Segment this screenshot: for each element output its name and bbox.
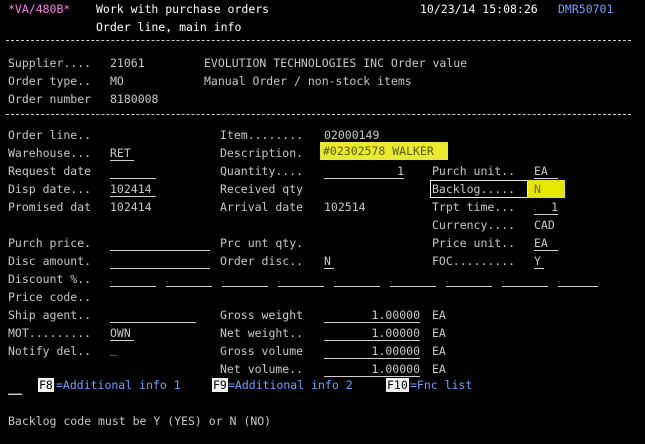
net-volume-label: Net volume.. — [220, 362, 304, 376]
supplier-name: EVOLUTION TECHNOLOGIES INC Order value — [204, 56, 468, 70]
discount-pct-field-3[interactable] — [222, 272, 268, 287]
mot-label: MOT......... — [8, 326, 92, 340]
ship-agent-label: Ship agent.. — [8, 308, 92, 322]
description-label: Description. — [220, 146, 304, 160]
datetime: 10/23/14 15:08:26 — [420, 2, 538, 16]
order-number-value: 8180008 — [110, 92, 159, 106]
net-weight-field[interactable]: 1.00000 — [324, 326, 420, 341]
f8-label[interactable]: =Additional info 1 — [56, 378, 181, 392]
purch-unit-field[interactable]: EA — [534, 164, 558, 179]
prc-unt-qty-label: Prc unt qty. — [220, 236, 304, 250]
received-qty-label: Received qty — [220, 182, 304, 196]
discount-pct-field-5[interactable] — [334, 272, 380, 287]
order-type-desc: Manual Order / non-stock items — [204, 74, 412, 88]
screen-subtitle: Order line, main info — [96, 20, 242, 34]
request-date-label: Request date — [8, 164, 92, 178]
notify-del-label: Notify del.. — [8, 344, 92, 358]
gross-volume-label: Gross volume — [220, 344, 304, 358]
supplier-value: 21061 — [110, 56, 145, 70]
supplier-label: Supplier.... — [8, 56, 99, 70]
request-date-field[interactable] — [110, 164, 156, 179]
discount-pct-field-6[interactable] — [390, 272, 436, 287]
price-code-label: Price code.. — [8, 290, 92, 304]
command-input[interactable]: __ — [8, 380, 22, 395]
f9-label[interactable]: =Additional info 2 — [228, 378, 353, 392]
purch-price-field[interactable] — [110, 236, 210, 251]
gross-weight-field[interactable]: 1.00000 — [324, 308, 420, 323]
discount-pct-field-2[interactable] — [166, 272, 212, 287]
warehouse-field[interactable]: RET — [110, 146, 134, 161]
arrival-date-value: 102514 — [324, 200, 366, 214]
screen-title: Work with purchase orders — [96, 2, 270, 16]
arrival-date-label: Arrival date — [220, 200, 304, 214]
order-number-label: Order number — [8, 92, 99, 106]
backlog-label: Backlog..... — [432, 182, 516, 196]
order-type-value: MO — [110, 74, 124, 88]
net-weight-label: Net weight.. — [220, 326, 304, 340]
divider-top — [6, 40, 631, 41]
f10-label[interactable]: =Fnc list — [410, 378, 472, 392]
item-label: Item........ — [220, 128, 304, 142]
order-line-label: Order line.. — [8, 128, 92, 142]
notify-del-field[interactable]: _ — [110, 342, 117, 356]
disc-amount-label: Disc amount. — [8, 254, 92, 268]
promised-date-label: Promised dat — [8, 200, 92, 214]
mot-field[interactable]: OWN — [110, 326, 134, 341]
promised-date-value: 102414 — [110, 200, 152, 214]
purch-unit-label: Purch unit.. — [432, 164, 516, 178]
divider-middle — [6, 114, 631, 115]
order-disc-label: Order disc.. — [220, 254, 304, 268]
device-id: DMR50701 — [558, 2, 614, 16]
order-disc-field[interactable]: N — [324, 254, 334, 269]
description-field[interactable]: #02302578 WALKER — [320, 142, 448, 160]
f8-key[interactable]: F8 — [38, 378, 54, 392]
discount-pct-field-9[interactable] — [558, 272, 598, 287]
quantity-field[interactable]: 1 — [324, 164, 404, 179]
order-type-label: Order type.. — [8, 74, 99, 88]
discount-pct-field-7[interactable] — [446, 272, 492, 287]
quantity-label: Quantity.... — [220, 164, 304, 178]
disc-amount-field[interactable] — [110, 254, 210, 269]
gross-volume-field[interactable]: 1.00000 — [324, 344, 420, 359]
backlog-field[interactable]: N — [528, 180, 565, 198]
item-value: 02000149 — [324, 128, 380, 142]
price-unit-label: Price unit.. — [432, 236, 516, 250]
discount-pct-field-1[interactable] — [110, 272, 156, 287]
program-id: *VA/480B* — [8, 2, 71, 16]
gross-weight-unit: EA — [432, 308, 446, 322]
net-volume-field[interactable]: 1.00000 — [324, 362, 420, 377]
disp-date-field[interactable]: 102414 — [110, 182, 156, 197]
discount-pct-field-4[interactable] — [278, 272, 324, 287]
status-message: Backlog code must be Y (YES) or N (NO) — [8, 414, 272, 428]
warehouse-label: Warehouse... — [8, 146, 92, 160]
net-volume-unit: EA — [432, 362, 446, 376]
discount-pct-label: Discount %.. — [8, 272, 92, 286]
ship-agent-field[interactable] — [110, 308, 196, 323]
f10-key[interactable]: F10 — [386, 378, 409, 392]
discount-pct-field-8[interactable] — [502, 272, 548, 287]
gross-weight-label: Gross weight — [220, 308, 304, 322]
currency-label: Currency.... — [432, 218, 516, 232]
currency-value: CAD — [534, 218, 555, 232]
purch-price-label: Purch price. — [8, 236, 92, 250]
net-weight-unit: EA — [432, 326, 446, 340]
foc-field[interactable]: Y — [534, 254, 544, 269]
f9-key[interactable]: F9 — [212, 378, 228, 392]
price-unit-field[interactable]: EA — [534, 236, 558, 251]
disp-date-label: Disp date... — [8, 182, 92, 196]
trpt-time-field[interactable]: 1 — [534, 200, 558, 215]
trpt-time-label: Trpt time... — [432, 200, 516, 214]
foc-label: FOC......... — [432, 254, 516, 268]
gross-volume-unit: EA — [432, 344, 446, 358]
